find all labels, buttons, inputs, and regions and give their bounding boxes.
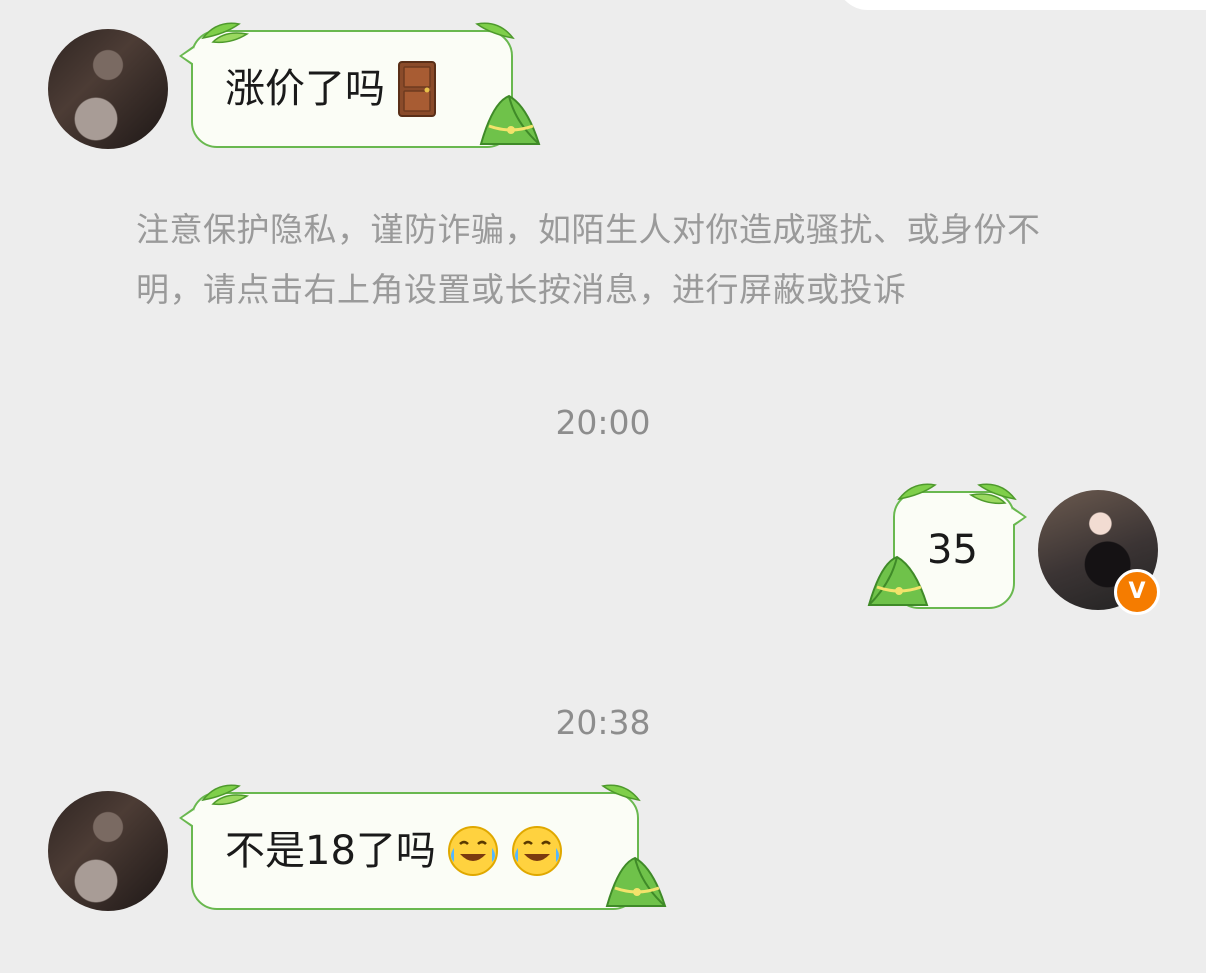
tears-of-joy-icon: [511, 826, 562, 876]
message-text: 涨价了吗: [225, 66, 385, 112]
chat-screen: 涨价了吗 注意保护隐私，谨防诈骗，如陌生人对你造成骚扰、或身份不明，请点击右上角…: [0, 0, 1206, 973]
top-panel-edge: [836, 0, 1206, 10]
timestamp: 20:00: [555, 403, 651, 442]
contact-avatar[interactable]: [48, 791, 168, 911]
bubble-tail: [179, 46, 194, 66]
message-text: 35: [927, 527, 978, 573]
message-bubble-outgoing[interactable]: 35: [867, 483, 1027, 609]
bamboo-leaf-icon: [201, 784, 250, 806]
bubble-tail: [179, 808, 194, 828]
bamboo-leaf-icon: [897, 483, 937, 501]
bamboo-leaf-icon: [601, 784, 641, 802]
bubble-tail: [1012, 507, 1027, 527]
door-icon: [398, 61, 436, 117]
bamboo-leaf-icon: [968, 483, 1017, 505]
safety-notice: 注意保护隐私，谨防诈骗，如陌生人对你造成骚扰、或身份不明，请点击右上角设置或长按…: [136, 210, 1041, 309]
timestamp: 20:38: [555, 703, 651, 742]
zongzi-icon: [605, 856, 667, 907]
tears-of-joy-icon: [447, 826, 498, 876]
contact-avatar[interactable]: [48, 29, 168, 149]
zongzi-icon: [479, 94, 541, 145]
verified-badge: V: [1114, 569, 1160, 615]
message-bubble-incoming[interactable]: 涨价了吗: [179, 22, 541, 148]
bamboo-leaf-icon: [475, 22, 515, 40]
message-text: 不是18了吗: [225, 828, 436, 874]
bamboo-leaf-icon: [201, 22, 250, 44]
message-bubble-incoming[interactable]: 不是18了吗: [179, 784, 667, 910]
zongzi-icon: [867, 555, 929, 606]
